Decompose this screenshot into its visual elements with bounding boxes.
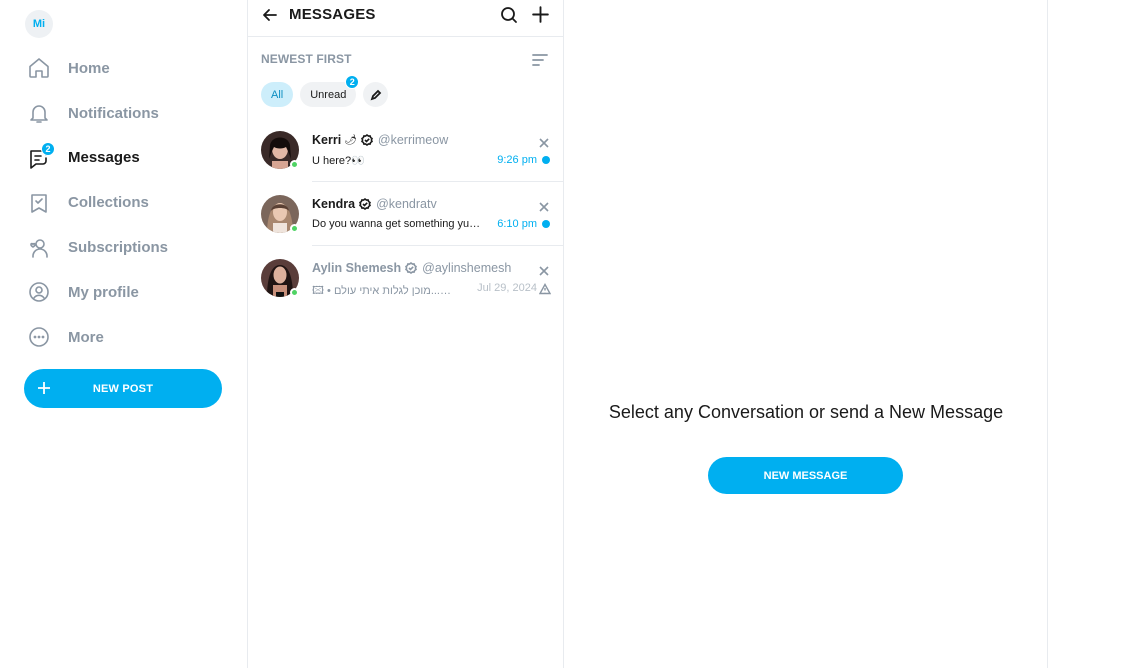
sort-icon[interactable] — [531, 51, 549, 69]
sidebar-item-label: Notifications — [68, 104, 159, 122]
contact-handle: @kerrimeow — [377, 133, 449, 147]
pepper-emoji: 🌶 — [344, 134, 357, 146]
home-icon — [27, 56, 51, 80]
sidebar-item-notifications[interactable]: Notifications — [0, 91, 248, 136]
contact-name-line: Aylin Shemesh @aylinshemesh — [312, 261, 511, 275]
conversation-item[interactable]: Kendra @kendratv Do you wanna get someth… — [248, 182, 563, 246]
sort-label[interactable]: NEWEST FIRST — [261, 52, 352, 66]
contact-name-line: Kendra @kendratv — [312, 197, 437, 211]
verified-icon — [360, 134, 373, 146]
contact-name: Kendra — [312, 197, 356, 211]
messages-header: MESSAGES — [248, 0, 563, 37]
verified-icon — [359, 198, 372, 210]
sidebar-item-messages[interactable]: 2 Messages — [0, 136, 248, 181]
sidebar-item-label: Home — [68, 59, 110, 77]
new-post-label: NEW POST — [92, 382, 154, 395]
sidebar-item-label: More — [68, 328, 104, 346]
conversation-pane: Select any Conversation or send a New Me… — [564, 0, 1048, 668]
sidebar-item-label: My profile — [68, 283, 139, 301]
close-icon[interactable] — [539, 135, 549, 148]
message-preview: Do you wanna get something yum for me... — [312, 218, 482, 230]
more-icon — [27, 325, 51, 349]
sidebar-nav: Home Notifications 2 Messages Collection… — [0, 46, 248, 360]
page-title: MESSAGES — [289, 6, 376, 23]
sidebar-item-label: Subscriptions — [68, 239, 169, 257]
edit-filters-button[interactable] — [363, 82, 389, 107]
filter-all-label: All — [271, 88, 284, 101]
contact-handle: @aylinshemesh — [422, 261, 512, 275]
empty-state-prompt: Select any Conversation or send a New Me… — [608, 402, 1004, 422]
sidebar-item-my-profile[interactable]: My profile — [0, 270, 248, 315]
new-post-button[interactable]: NEW POST — [24, 369, 222, 408]
messages-badge: 2 — [41, 141, 55, 156]
close-icon[interactable] — [539, 199, 549, 212]
conversation-item[interactable]: Aylin Shemesh @aylinshemesh 🖾 • מוכן לגל… — [248, 246, 563, 310]
contact-name: Aylin Shemesh — [312, 261, 402, 275]
messages-panel: MESSAGES NEWEST FIRST All Unread 2 Kerri… — [248, 0, 564, 668]
online-indicator — [290, 160, 299, 169]
sidebar: Mi Home Notifications 2 Messages Collect… — [0, 0, 248, 668]
contact-handle: @kendratv — [376, 197, 437, 211]
app: Mi Home Notifications 2 Messages Collect… — [0, 0, 1142, 668]
sidebar-item-subscriptions[interactable]: Subscriptions — [0, 225, 248, 270]
close-icon[interactable] — [539, 263, 549, 276]
warning-icon — [538, 282, 552, 295]
conversation-item[interactable]: Kerri 🌶 @kerrimeow U here?👀 9:26 pm — [248, 118, 563, 182]
bell-icon — [27, 101, 51, 125]
search-icon[interactable] — [499, 5, 519, 25]
sidebar-item-collections[interactable]: Collections — [0, 180, 248, 225]
message-time: 9:26 pm — [497, 154, 537, 166]
new-message-button[interactable]: NEW MESSAGE — [708, 457, 903, 494]
verified-icon — [405, 262, 418, 274]
bookmark-icon — [27, 191, 51, 215]
pencil-icon — [370, 89, 382, 101]
subscriptions-icon — [27, 236, 51, 260]
avatar[interactable]: Mi — [25, 10, 53, 38]
sidebar-item-more[interactable]: More — [0, 315, 248, 360]
message-preview: 🖾 • מוכן לגלות איתי עולם...😏 Sheer — [312, 285, 462, 297]
unread-badge: 2 — [345, 75, 360, 89]
new-message-label: NEW MESSAGE — [763, 469, 848, 482]
sidebar-item-label: Messages — [68, 149, 140, 167]
add-icon[interactable] — [530, 4, 551, 25]
contact-name-line: Kerri 🌶 @kerrimeow — [312, 133, 448, 147]
back-arrow-icon[interactable] — [260, 5, 280, 25]
online-indicator — [290, 288, 299, 297]
message-preview: U here?👀 — [312, 155, 365, 167]
unread-dot — [542, 220, 550, 228]
contact-name: Kerri — [312, 133, 342, 147]
unread-dot — [542, 156, 550, 164]
filter-unread-label: Unread — [310, 88, 347, 101]
sidebar-item-label: Collections — [68, 194, 149, 212]
filter-unread-chip[interactable]: Unread 2 — [300, 75, 360, 107]
message-time: Jul 29, 2024 — [477, 282, 537, 294]
filter-all-chip[interactable]: All — [261, 82, 294, 107]
profile-icon — [27, 280, 51, 304]
conversation-list: Kerri 🌶 @kerrimeow U here?👀 9:26 pm Kend… — [248, 118, 563, 310]
plus-icon — [36, 380, 52, 396]
sidebar-item-home[interactable]: Home — [0, 46, 248, 91]
message-time: 6:10 pm — [497, 218, 537, 230]
online-indicator — [290, 224, 299, 233]
filter-chips: All Unread 2 — [261, 75, 395, 107]
